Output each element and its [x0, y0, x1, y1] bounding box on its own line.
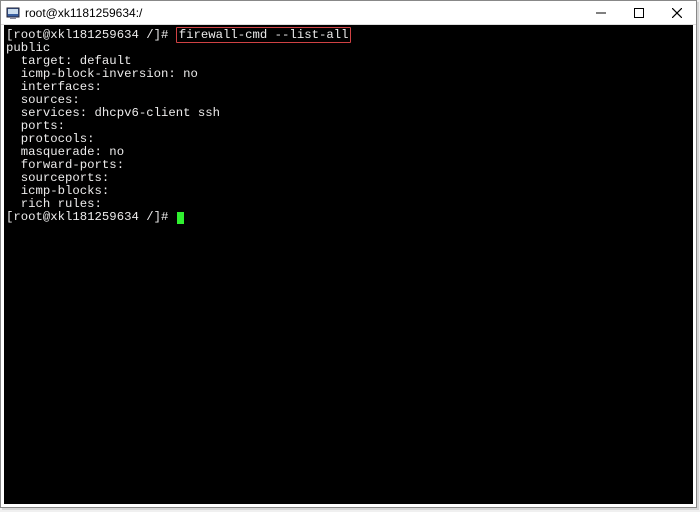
output-line: icmp-blocks: — [6, 185, 691, 198]
window-title: root@xk1181259634:/ — [25, 6, 582, 20]
minimize-button[interactable] — [582, 1, 620, 24]
prompt-text: [root@xkl181259634 /]# — [6, 210, 168, 224]
output-line: interfaces: — [6, 81, 691, 94]
terminal-area[interactable]: [root@xkl181259634 /]# firewall-cmd --li… — [4, 25, 693, 504]
close-button[interactable] — [658, 1, 696, 24]
prompt-text: [root@xkl181259634 /]# — [6, 28, 168, 42]
window-controls — [582, 1, 696, 24]
output-line: ports: — [6, 120, 691, 133]
window-titlebar[interactable]: root@xk1181259634:/ — [1, 1, 696, 25]
cursor-icon — [177, 212, 184, 224]
highlighted-command: firewall-cmd --list-all — [176, 27, 352, 43]
output-line: services: dhcpv6-client ssh — [6, 107, 691, 120]
prompt-line-1: [root@xkl181259634 /]# firewall-cmd --li… — [6, 29, 691, 42]
terminal-window: root@xk1181259634:/ [root@xkl181259634 /… — [0, 0, 697, 508]
output-line: icmp-block-inversion: no — [6, 68, 691, 81]
maximize-button[interactable] — [620, 1, 658, 24]
putty-icon — [5, 5, 21, 21]
prompt-line-2: [root@xkl181259634 /]# — [6, 211, 691, 224]
